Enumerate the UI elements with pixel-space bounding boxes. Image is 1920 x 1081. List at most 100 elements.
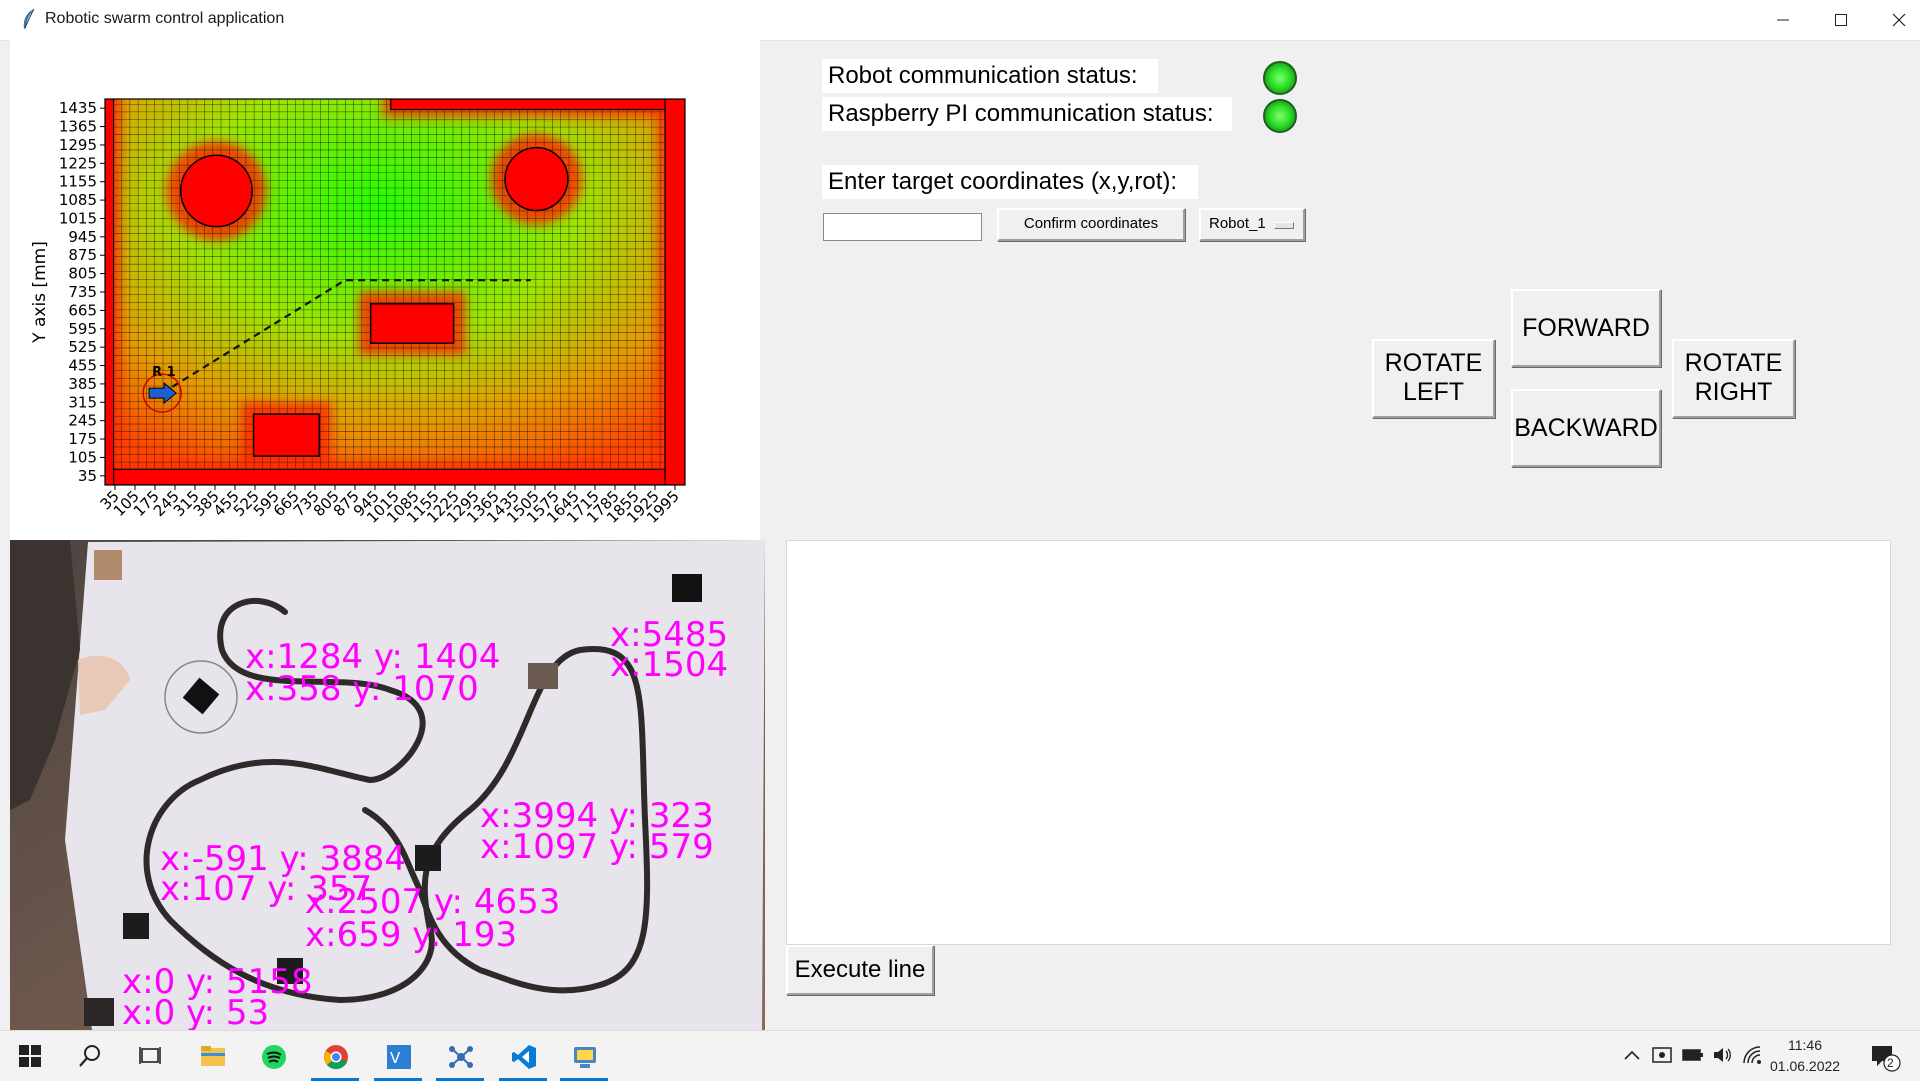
taskbar-network-app[interactable] bbox=[432, 1031, 488, 1081]
taskbar-vc-app[interactable]: V bbox=[370, 1031, 426, 1081]
battery-icon[interactable] bbox=[1682, 1049, 1704, 1061]
target-coordinates-label: Enter target coordinates (x,y,rot): bbox=[822, 165, 1198, 199]
execute-line-button[interactable]: Execute line bbox=[786, 945, 934, 995]
svg-text:V: V bbox=[390, 1049, 401, 1067]
search-icon bbox=[79, 1045, 100, 1067]
y-tick-label: 245 bbox=[68, 412, 97, 430]
y-tick-label: 1155 bbox=[59, 173, 97, 191]
y-tick-label: 735 bbox=[68, 283, 97, 301]
defender-icon[interactable] bbox=[1652, 1046, 1672, 1064]
aruco-marker bbox=[123, 913, 149, 939]
taskbar: V 11:46 01.06.2022 2 bbox=[0, 1030, 1920, 1081]
arena-board bbox=[65, 540, 765, 1030]
raspberry-status-led bbox=[1263, 99, 1297, 133]
close-icon bbox=[1892, 13, 1906, 27]
aruco-marker bbox=[528, 663, 558, 689]
y-tick-label: 1225 bbox=[59, 154, 97, 172]
y-tick-label: 315 bbox=[68, 393, 97, 411]
rotate-right-button[interactable]: ROTATE RIGHT bbox=[1672, 339, 1795, 418]
start-button[interactable] bbox=[2, 1031, 58, 1081]
y-tick-label: 945 bbox=[68, 228, 97, 246]
notification-count: 2 bbox=[1887, 1056, 1894, 1070]
window-title: Robotic swarm control application bbox=[45, 10, 285, 27]
y-tick-label: 1435 bbox=[59, 99, 97, 117]
taskbar-clock[interactable]: 11:46 01.06.2022 bbox=[1770, 1035, 1840, 1077]
y-tick-label: 1295 bbox=[59, 136, 97, 154]
y-tick-label: 1015 bbox=[59, 209, 97, 227]
raspberry-comm-status-label: Raspberry PI communication status: bbox=[822, 97, 1232, 131]
maximize-button[interactable] bbox=[1812, 0, 1870, 40]
system-tray bbox=[1620, 1031, 1770, 1081]
vc-app-icon: V bbox=[387, 1045, 411, 1069]
network-app-icon bbox=[449, 1046, 473, 1068]
dropdown-indicator-icon bbox=[1274, 222, 1294, 229]
obstacle-rect bbox=[369, 303, 455, 344]
coordinate-overlay-label: x:659 y: 193 bbox=[305, 915, 517, 955]
taskbar-chrome[interactable] bbox=[307, 1031, 363, 1081]
y-tick-label: 875 bbox=[68, 246, 97, 264]
notification-icon bbox=[1872, 1046, 1901, 1072]
camera-feed-image: x:1284 y: 1404x:358 y: 1070x:5485x:1504x… bbox=[10, 540, 765, 1030]
obstacle-circle bbox=[179, 154, 253, 228]
chrome-icon bbox=[324, 1045, 348, 1070]
title-bar: Robotic swarm control application bbox=[0, 0, 1920, 41]
robot-select-dropdown[interactable]: Robot_1 bbox=[1199, 208, 1305, 241]
coordinate-overlay-label: x:1097 y: 579 bbox=[480, 827, 714, 867]
wifi-icon[interactable] bbox=[1742, 1045, 1762, 1065]
aruco-marker bbox=[415, 845, 441, 871]
map-plot-panel: R 1 1435 1365 1295 1225 1155 1085 1015 945 875 80… bbox=[10, 40, 760, 540]
task-view-button[interactable] bbox=[122, 1031, 178, 1081]
confirm-coordinates-button[interactable]: Confirm coordinates bbox=[997, 208, 1185, 241]
camera-feed: x:1284 y: 1404 x:358 y: 1070 x:5485 x:1504 x… bbox=[10, 540, 765, 1030]
python-icon bbox=[574, 1047, 596, 1068]
y-tick-label: 1085 bbox=[59, 191, 97, 209]
minimize-icon bbox=[1777, 19, 1789, 21]
y-tick-label: 385 bbox=[68, 375, 97, 393]
y-tick-label: 105 bbox=[68, 448, 97, 466]
wall-obstacle bbox=[390, 99, 685, 111]
vscode-icon bbox=[512, 1045, 536, 1069]
spotify-icon bbox=[262, 1045, 286, 1069]
console-text-area[interactable] bbox=[786, 540, 1891, 945]
y-tick-label: 805 bbox=[68, 265, 97, 283]
coordinate-overlay-label: x:358 y: 1070 bbox=[245, 669, 479, 709]
close-button[interactable] bbox=[1870, 0, 1920, 40]
robot-status-led bbox=[1263, 61, 1297, 95]
corner-marker bbox=[94, 550, 122, 580]
forward-button[interactable]: FORWARD bbox=[1511, 289, 1661, 367]
chevron-up-icon[interactable] bbox=[1624, 1049, 1640, 1061]
backward-button[interactable]: BACKWARD bbox=[1511, 389, 1661, 467]
corner-marker bbox=[672, 574, 702, 602]
notification-center-button[interactable]: 2 bbox=[1866, 1031, 1906, 1081]
volume-icon[interactable] bbox=[1712, 1046, 1732, 1064]
target-coordinates-input[interactable] bbox=[823, 213, 982, 241]
obstacle-rect bbox=[252, 413, 321, 457]
taskbar-spotify[interactable] bbox=[245, 1031, 301, 1081]
clock-date: 01.06.2022 bbox=[1770, 1058, 1841, 1074]
coordinate-overlay-label: x:0 y: 53 bbox=[122, 993, 269, 1030]
minimize-button[interactable] bbox=[1754, 0, 1812, 40]
wall-obstacle bbox=[105, 468, 685, 485]
y-tick-label: 525 bbox=[68, 338, 97, 356]
robot-select-value: Robot_1 bbox=[1209, 215, 1266, 232]
y-axis-label: Y axis [mm] bbox=[30, 241, 50, 344]
file-explorer-icon bbox=[201, 1046, 225, 1066]
wall-obstacle bbox=[664, 99, 685, 485]
y-tick-label: 665 bbox=[68, 301, 97, 319]
coordinate-overlay-label: x:1504 bbox=[610, 645, 728, 685]
y-tick-label: 35 bbox=[78, 467, 97, 485]
search-button[interactable] bbox=[62, 1031, 118, 1081]
obstacle-circle bbox=[504, 146, 569, 212]
y-tick-label: 595 bbox=[68, 320, 97, 338]
taskbar-file-explorer[interactable] bbox=[184, 1031, 240, 1081]
rotate-left-button[interactable]: ROTATE LEFT bbox=[1372, 339, 1495, 418]
corner-marker bbox=[84, 998, 114, 1026]
taskbar-vscode[interactable] bbox=[495, 1031, 551, 1081]
robot-label: R 1 bbox=[152, 365, 176, 380]
y-tick-label: 455 bbox=[68, 357, 97, 375]
task-view-icon bbox=[139, 1047, 161, 1064]
taskbar-python-app[interactable] bbox=[556, 1031, 612, 1081]
maximize-icon bbox=[1835, 14, 1847, 26]
windows-start-icon bbox=[19, 1045, 41, 1067]
wall-obstacle bbox=[105, 99, 115, 485]
